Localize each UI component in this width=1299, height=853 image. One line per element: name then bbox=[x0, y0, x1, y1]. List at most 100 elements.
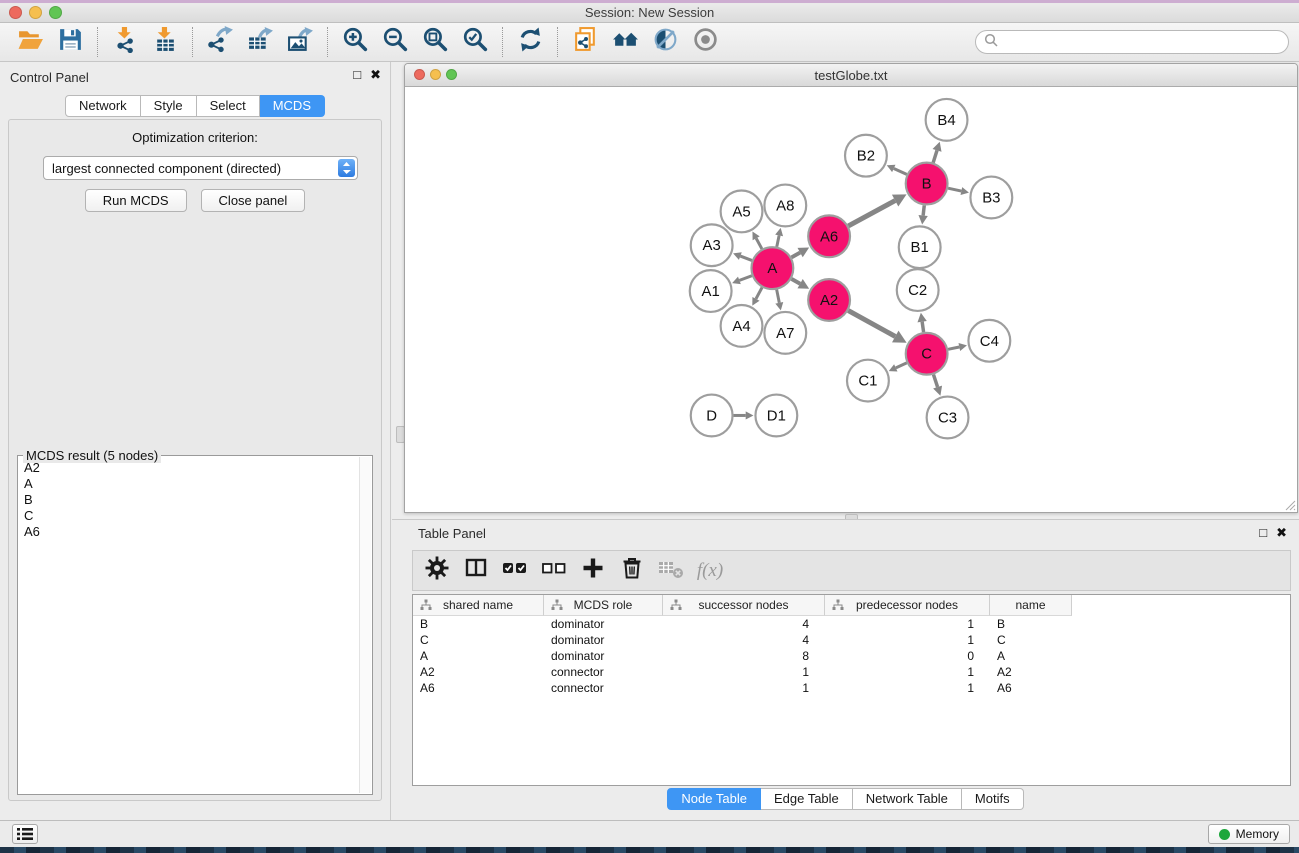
zoom-out-button[interactable] bbox=[380, 27, 410, 57]
edge-C-C3[interactable] bbox=[933, 375, 937, 388]
add-column-button[interactable] bbox=[579, 557, 607, 585]
node-label-A4: A4 bbox=[732, 318, 750, 335]
edge-A-A8[interactable] bbox=[777, 235, 779, 246]
node-label-B1: B1 bbox=[911, 239, 929, 256]
edge-A-A1[interactable] bbox=[739, 276, 751, 281]
edge-A2-C[interactable] bbox=[848, 311, 895, 337]
node-label-B2: B2 bbox=[857, 148, 875, 165]
edge-A-A6[interactable] bbox=[791, 253, 800, 258]
panel-close-button[interactable]: ✖ bbox=[370, 68, 381, 82]
task-history-button[interactable] bbox=[12, 824, 38, 844]
run-mcds-button[interactable]: Run MCDS bbox=[85, 189, 187, 212]
result-list-item[interactable]: A6 bbox=[24, 524, 359, 540]
select-all-button[interactable] bbox=[501, 557, 529, 585]
table-panel-close-button[interactable]: ✖ bbox=[1276, 526, 1287, 540]
network-canvas[interactable]: AA1A2A3A4A5A6A7A8BB1B2B3B4CC1C2C3C4DD1 bbox=[405, 87, 1297, 512]
column-header-name[interactable]: name bbox=[990, 595, 1072, 616]
table-panel-float-button[interactable]: □ bbox=[1259, 526, 1267, 540]
table-row[interactable]: Bdominator41B bbox=[413, 616, 1290, 632]
zoom-in-button[interactable] bbox=[340, 27, 370, 57]
node-table[interactable]: shared nameMCDS rolesuccessor nodes prede… bbox=[412, 594, 1291, 786]
export-network-button[interactable] bbox=[205, 27, 235, 57]
panel-float-button[interactable]: □ bbox=[353, 68, 361, 82]
table-tabs: Node TableEdge TableNetwork TableMotifs bbox=[392, 788, 1299, 810]
home-layout-icon bbox=[612, 26, 639, 58]
import-network-button[interactable] bbox=[110, 27, 140, 57]
refresh-view-button[interactable] bbox=[515, 27, 545, 57]
mcds-result-list: A2ABCA6 bbox=[19, 457, 359, 793]
table-row[interactable]: A6connector11A6 bbox=[413, 680, 1290, 696]
column-header-label: predecessor nodes bbox=[856, 598, 958, 612]
zoom-fit-button[interactable] bbox=[420, 27, 450, 57]
result-list-item[interactable]: A2 bbox=[24, 460, 359, 476]
close-panel-button[interactable]: Close panel bbox=[201, 189, 306, 212]
zoom-in-icon bbox=[342, 26, 369, 58]
result-list-item[interactable]: B bbox=[24, 492, 359, 508]
resize-grip-icon[interactable] bbox=[1282, 497, 1296, 511]
table-row[interactable]: Cdominator41C bbox=[413, 632, 1290, 648]
export-image-button[interactable] bbox=[285, 27, 315, 57]
scrollbar-track[interactable] bbox=[359, 457, 371, 793]
mcds-buttons-row: Run MCDS Close panel bbox=[9, 189, 381, 212]
node-label-A3: A3 bbox=[703, 237, 721, 254]
column-header-MCDS-role[interactable]: MCDS role bbox=[544, 595, 663, 616]
edge-A-A4[interactable] bbox=[756, 287, 762, 298]
network-window-titlebar[interactable]: testGlobe.txt bbox=[405, 64, 1297, 87]
network-graph[interactable]: AA1A2A3A4A5A6A7A8BB1B2B3B4CC1C2C3C4DD1 bbox=[405, 87, 1297, 512]
tab-node-table[interactable]: Node Table bbox=[667, 788, 761, 810]
network-view-window[interactable]: testGlobe.txt AA1A2A3A4A5A6A7A8BB1B2B3B4… bbox=[404, 63, 1298, 513]
node-label-C4: C4 bbox=[980, 333, 999, 350]
edge-C-C4[interactable] bbox=[948, 347, 959, 349]
export-table-button[interactable] bbox=[245, 27, 275, 57]
column-header-shared-name[interactable]: shared name bbox=[413, 595, 544, 616]
titlebar[interactable]: Session: New Session bbox=[0, 3, 1299, 23]
home-layout-button[interactable] bbox=[610, 27, 640, 57]
tab-network-table[interactable]: Network Table bbox=[853, 788, 962, 810]
criterion-dropdown[interactable]: largest connected component (directed) bbox=[43, 156, 358, 180]
edge-B-B2[interactable] bbox=[894, 168, 907, 174]
tab-style[interactable]: Style bbox=[141, 95, 197, 117]
unselect-all-button[interactable] bbox=[540, 557, 568, 585]
search-box[interactable] bbox=[975, 30, 1289, 54]
edge-B-B3[interactable] bbox=[948, 188, 961, 191]
edge-A-A2[interactable] bbox=[791, 279, 800, 284]
memory-button[interactable]: Memory bbox=[1208, 824, 1290, 844]
export-image-icon bbox=[287, 26, 314, 58]
tab-select[interactable]: Select bbox=[197, 95, 260, 117]
hide-graphics-details-button[interactable] bbox=[650, 27, 680, 57]
table-row[interactable]: A2connector11A2 bbox=[413, 664, 1290, 680]
show-column-button[interactable] bbox=[462, 557, 490, 585]
node-label-B3: B3 bbox=[982, 189, 1000, 206]
open-session-button[interactable] bbox=[15, 27, 45, 57]
edge-C-C2[interactable] bbox=[922, 322, 923, 332]
import-table-button[interactable] bbox=[150, 27, 180, 57]
edge-A-A5[interactable] bbox=[756, 238, 762, 249]
node-label-C2: C2 bbox=[908, 282, 927, 299]
edge-arrowhead-A-A8 bbox=[775, 228, 783, 236]
network-document-button[interactable] bbox=[570, 27, 600, 57]
tab-mcds[interactable]: MCDS bbox=[260, 95, 325, 117]
edge-A6-B[interactable] bbox=[848, 201, 895, 226]
search-input[interactable] bbox=[1003, 34, 1280, 50]
show-graphics-details-button[interactable] bbox=[690, 27, 720, 57]
result-list-item[interactable]: C bbox=[24, 508, 359, 524]
column-header-successor-nodes[interactable]: successor nodes bbox=[663, 595, 825, 616]
edge-A-A3[interactable] bbox=[740, 256, 752, 260]
edge-A-A7[interactable] bbox=[777, 290, 780, 303]
column-header-predecessor-nodes[interactable]: predecessor nodes bbox=[825, 595, 990, 616]
table-cell: B bbox=[413, 617, 544, 631]
edge-B-B4[interactable] bbox=[933, 150, 937, 162]
zoom-selected-button[interactable] bbox=[460, 27, 490, 57]
table-header-row: shared nameMCDS rolesuccessor nodes prede… bbox=[413, 595, 1290, 616]
result-list-item[interactable]: A bbox=[24, 476, 359, 492]
edge-C-C1[interactable] bbox=[896, 363, 907, 368]
table-row[interactable]: Adominator80A bbox=[413, 648, 1290, 664]
table-settings-gear-button[interactable] bbox=[423, 557, 451, 585]
delete-column-trash-button[interactable] bbox=[618, 557, 646, 585]
tab-motifs[interactable]: Motifs bbox=[962, 788, 1024, 810]
save-session-button[interactable] bbox=[55, 27, 85, 57]
edge-B-B1[interactable] bbox=[923, 205, 924, 215]
node-label-C: C bbox=[921, 346, 932, 363]
tab-network[interactable]: Network bbox=[65, 95, 141, 117]
tab-edge-table[interactable]: Edge Table bbox=[761, 788, 853, 810]
